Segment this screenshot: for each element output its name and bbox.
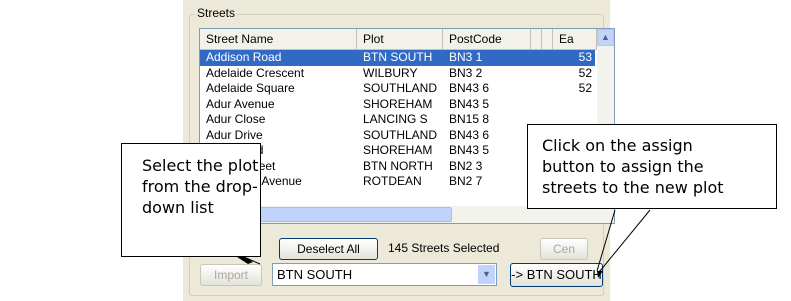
column-header-blank-1[interactable] — [531, 29, 542, 49]
plot-cell: BTN SOUTH — [363, 50, 433, 64]
plot-cell: BTN NORTH — [363, 158, 433, 173]
street-name-cell: Adur Avenue — [206, 96, 275, 111]
plot-cell: LANCING S — [363, 112, 428, 126]
street-name-cell: Addison Road — [206, 50, 282, 64]
postcode-cell: BN15 8 — [449, 112, 490, 126]
assign-plot-button[interactable]: -> BTN SOUTH — [510, 263, 603, 287]
column-header-postcode[interactable]: PostCode — [443, 29, 531, 49]
postcode-cell: BN2 7 — [449, 174, 483, 188]
column-header-ea[interactable]: Ea — [553, 29, 597, 49]
selected-count: 145 Streets Selected — [388, 241, 500, 255]
column-header-plot[interactable]: Plot — [357, 29, 443, 49]
column-header-blank-2[interactable] — [542, 29, 553, 49]
postcode-cell: BN3 1 — [449, 50, 483, 64]
callout-left-line-3: down list — [142, 198, 214, 217]
table-row[interactable]: Adur Avenue SHOREHAM BN43 5 — [200, 97, 595, 113]
plot-cell: SOUTHLAND — [363, 81, 438, 95]
callout-assign-button: Click on the assign button to assign the… — [527, 124, 777, 209]
ea-cell: 52 — [578, 65, 592, 80]
chevron-down-icon[interactable]: ▼ — [478, 265, 495, 284]
postcode-cell: BN43 6 — [449, 127, 490, 142]
streets-group-title: Streets — [195, 5, 238, 21]
plot-cell: SHOREHAM — [363, 143, 433, 157]
table-row[interactable]: Adelaide Square SOUTHLAND BN43 6 52 — [200, 81, 595, 97]
postcode-cell: BN43 5 — [449, 96, 490, 111]
postcode-cell: BN43 5 — [449, 143, 490, 157]
plot-select[interactable]: BTN SOUTH ▼ — [272, 263, 497, 286]
ea-cell: 52 — [578, 81, 592, 95]
callout-right-line-1: Click on the assign — [542, 136, 693, 155]
postcode-cell: BN43 6 — [449, 81, 490, 95]
list-header: Street Name Plot PostCode Ea — [200, 29, 614, 50]
scroll-up-icon[interactable]: ▲ — [597, 29, 614, 46]
callout-right-line-3: streets to the new plot — [542, 178, 724, 197]
street-name-cell: Adur Drive — [206, 127, 263, 142]
postcode-cell: BN3 2 — [449, 65, 483, 80]
column-header-street-name[interactable]: Street Name — [200, 29, 357, 49]
table-row[interactable]: Adelaide Crescent WILBURY BN3 2 52 — [200, 66, 595, 82]
street-name-cell: Adur Close — [206, 112, 266, 126]
deselect-all-button[interactable]: Deselect All — [279, 238, 378, 260]
plot-cell: WILBURY — [363, 65, 418, 80]
plot-cell: SOUTHLAND — [363, 127, 438, 142]
callout-left-line-1: Select the plot — [142, 156, 259, 175]
center-button[interactable]: Cen — [540, 238, 588, 260]
callout-right-line-2: button to assign the — [542, 157, 704, 176]
callout-select-plot: Select the plot from the drop- down list — [121, 143, 261, 257]
plot-cell: SHOREHAM — [363, 96, 433, 111]
plot-cell: ROTDEAN — [363, 174, 422, 188]
ea-cell: 53 — [578, 50, 592, 64]
street-name-cell: Adelaide Square — [206, 81, 295, 95]
postcode-cell: BN2 3 — [449, 158, 483, 173]
street-name-cell: Adelaide Crescent — [206, 65, 305, 80]
callout-left-line-2: from the drop- — [142, 177, 258, 196]
plot-select-value: BTN SOUTH — [277, 267, 353, 282]
import-button[interactable]: Import — [200, 264, 262, 286]
table-row[interactable]: Addison Road BTN SOUTH BN3 1 53 — [200, 50, 595, 66]
